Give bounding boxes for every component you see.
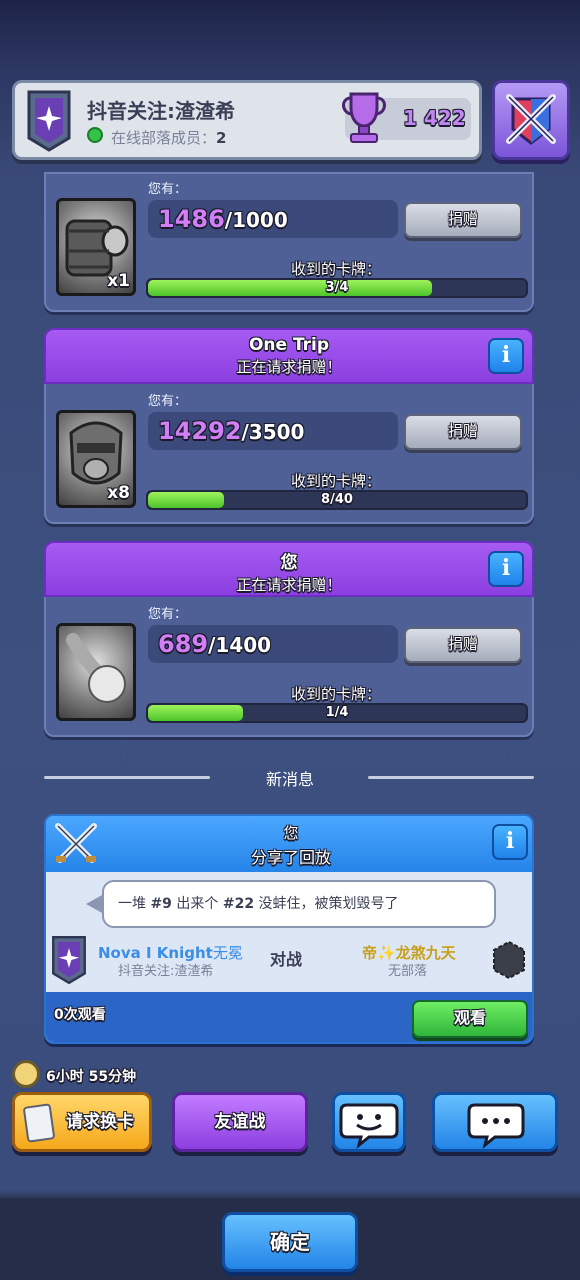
fireball-card-icon[interactable] bbox=[56, 623, 136, 721]
received-progress-bar: 8/40 bbox=[146, 490, 528, 510]
have-count-value: 689 bbox=[158, 630, 209, 658]
online-status-icon bbox=[87, 127, 103, 143]
info-button[interactable]: i bbox=[488, 551, 524, 587]
message-part: 一堆 bbox=[118, 896, 146, 912]
clock-icon bbox=[12, 1060, 40, 1088]
have-needed: /3500 bbox=[241, 420, 305, 444]
requester-name: One Trip bbox=[248, 335, 330, 355]
trophy-count: 1 422 bbox=[403, 106, 466, 130]
donate-button[interactable]: 捐赠 bbox=[404, 414, 522, 450]
friendly-battle-button[interactable]: 友谊战 bbox=[172, 1092, 308, 1152]
received-progress-bar: 1/4 bbox=[146, 703, 528, 723]
message-number: #22 bbox=[222, 896, 255, 912]
news-title: 新消息 bbox=[265, 770, 314, 789]
have-needed: /1400 bbox=[208, 633, 272, 657]
divider-right bbox=[368, 776, 534, 779]
player1-clan: 抖音关注:渣渣希 bbox=[118, 964, 214, 979]
fireball-icon bbox=[66, 633, 126, 703]
clan-war-button[interactable] bbox=[492, 80, 570, 160]
request-card-label: 请求换卡 bbox=[66, 1112, 134, 1132]
player1-suffix: 无冕 bbox=[212, 944, 243, 962]
online-members: 在线部落成员：2 bbox=[111, 127, 226, 148]
clan-badge-icon bbox=[52, 935, 86, 985]
watch-button[interactable]: 观看 bbox=[412, 1000, 528, 1038]
have-label: 您有： bbox=[148, 607, 188, 622]
have-count-value: 1486 bbox=[158, 205, 225, 233]
clan-badge-icon bbox=[27, 90, 71, 152]
emote-smile-icon bbox=[339, 1103, 399, 1149]
donation-request-card: One Trip 正在请求捐赠！ i 您有： x8 14292/3500 捐赠 … bbox=[44, 328, 534, 524]
message-number: #9 bbox=[150, 896, 172, 912]
info-button[interactable]: i bbox=[488, 338, 524, 374]
have-count-box: 689/1400 bbox=[148, 625, 398, 663]
requester-name: 您 bbox=[280, 553, 298, 573]
donate-button[interactable]: 捐赠 bbox=[404, 627, 522, 663]
view-count: 0次观看 bbox=[54, 1007, 106, 1023]
donation-request-card: 您有： x1 1486/1000 捐赠 收到的卡牌： 3/4 bbox=[44, 172, 534, 312]
clan-trophies: 1 422 bbox=[342, 92, 471, 143]
received-progress-bar: 3/4 bbox=[146, 278, 528, 298]
vs-label: 对战 bbox=[270, 950, 303, 969]
replay-share-card: 您 分享了回放 i 一堆 #9 出来个 #22 没蚌住，被策划毁号了 Nova … bbox=[44, 814, 534, 1044]
request-status: 正在请求捐赠！ bbox=[236, 576, 342, 594]
clan-name: 抖音关注:渣渣希 bbox=[87, 99, 235, 123]
have-needed: /1000 bbox=[224, 208, 288, 232]
emote-button[interactable] bbox=[332, 1092, 406, 1152]
progress-text: 3/4 bbox=[325, 280, 349, 295]
received-label: 收到的卡牌： bbox=[290, 685, 381, 703]
replay-message: 一堆 #9 出来个 #22 没蚌住，被策划毁号了 bbox=[102, 880, 496, 928]
request-card-button[interactable]: 请求换卡 bbox=[12, 1092, 152, 1152]
info-button[interactable]: i bbox=[492, 824, 528, 860]
cannon-card-icon[interactable]: x1 bbox=[56, 198, 136, 296]
progress-text: 1/4 bbox=[325, 705, 349, 720]
chat-bubble-icon bbox=[467, 1103, 525, 1149]
have-count-box: 1486/1000 bbox=[148, 200, 398, 238]
have-label: 您有： bbox=[148, 182, 188, 197]
divider-left bbox=[44, 776, 210, 779]
card-quantity: x1 bbox=[107, 271, 130, 291]
replay-header: 您 分享了回放 i bbox=[46, 816, 532, 872]
request-timer: 6小时 55分钟 bbox=[46, 1069, 137, 1085]
crossed-swords-shield-icon bbox=[506, 94, 556, 145]
card-icon bbox=[22, 1103, 56, 1143]
no-clan-badge-icon bbox=[493, 940, 525, 980]
replay-sender: 您 bbox=[283, 824, 299, 842]
replay-action: 分享了回放 bbox=[250, 848, 331, 867]
have-count: 689/1400 bbox=[148, 625, 398, 663]
request-status: 正在请求捐赠！ bbox=[236, 358, 342, 376]
online-count: 2 bbox=[216, 129, 227, 147]
online-label: 在线部落成员： bbox=[111, 129, 217, 147]
have-count: 1486/1000 bbox=[148, 200, 398, 238]
request-header: One Trip 正在请求捐赠！ i bbox=[44, 328, 534, 384]
have-count: 14292/3500 bbox=[148, 412, 398, 450]
have-count-box: 14292/3500 bbox=[148, 412, 398, 450]
card-quantity: x8 bbox=[107, 483, 130, 503]
have-count-value: 14292 bbox=[158, 417, 242, 445]
progress-text: 8/40 bbox=[321, 492, 353, 507]
donate-button[interactable]: 捐赠 bbox=[404, 202, 522, 238]
received-label: 收到的卡牌： bbox=[290, 472, 381, 490]
crossed-swords-icon bbox=[55, 823, 97, 863]
message-part: 没蚌住，被策划毁号了 bbox=[258, 896, 399, 912]
confirm-button[interactable]: 确定 bbox=[222, 1212, 358, 1272]
chat-button[interactable] bbox=[432, 1092, 558, 1152]
knight-card-icon[interactable]: x8 bbox=[56, 410, 136, 508]
donation-request-card: 您 正在请求捐赠！ i 您有： 689/1400 捐赠 收到的卡牌： 1/4 bbox=[44, 541, 534, 737]
trophy-icon bbox=[342, 92, 386, 143]
clan-header[interactable]: 抖音关注:渣渣希 在线部落成员：2 1 422 bbox=[12, 80, 482, 160]
request-header: 您 正在请求捐赠！ i bbox=[44, 541, 534, 597]
have-label: 您有： bbox=[148, 394, 188, 409]
received-label: 收到的卡牌： bbox=[290, 260, 381, 278]
player2-clan: 无部落 bbox=[388, 964, 428, 979]
message-part: 出来个 bbox=[176, 896, 219, 912]
